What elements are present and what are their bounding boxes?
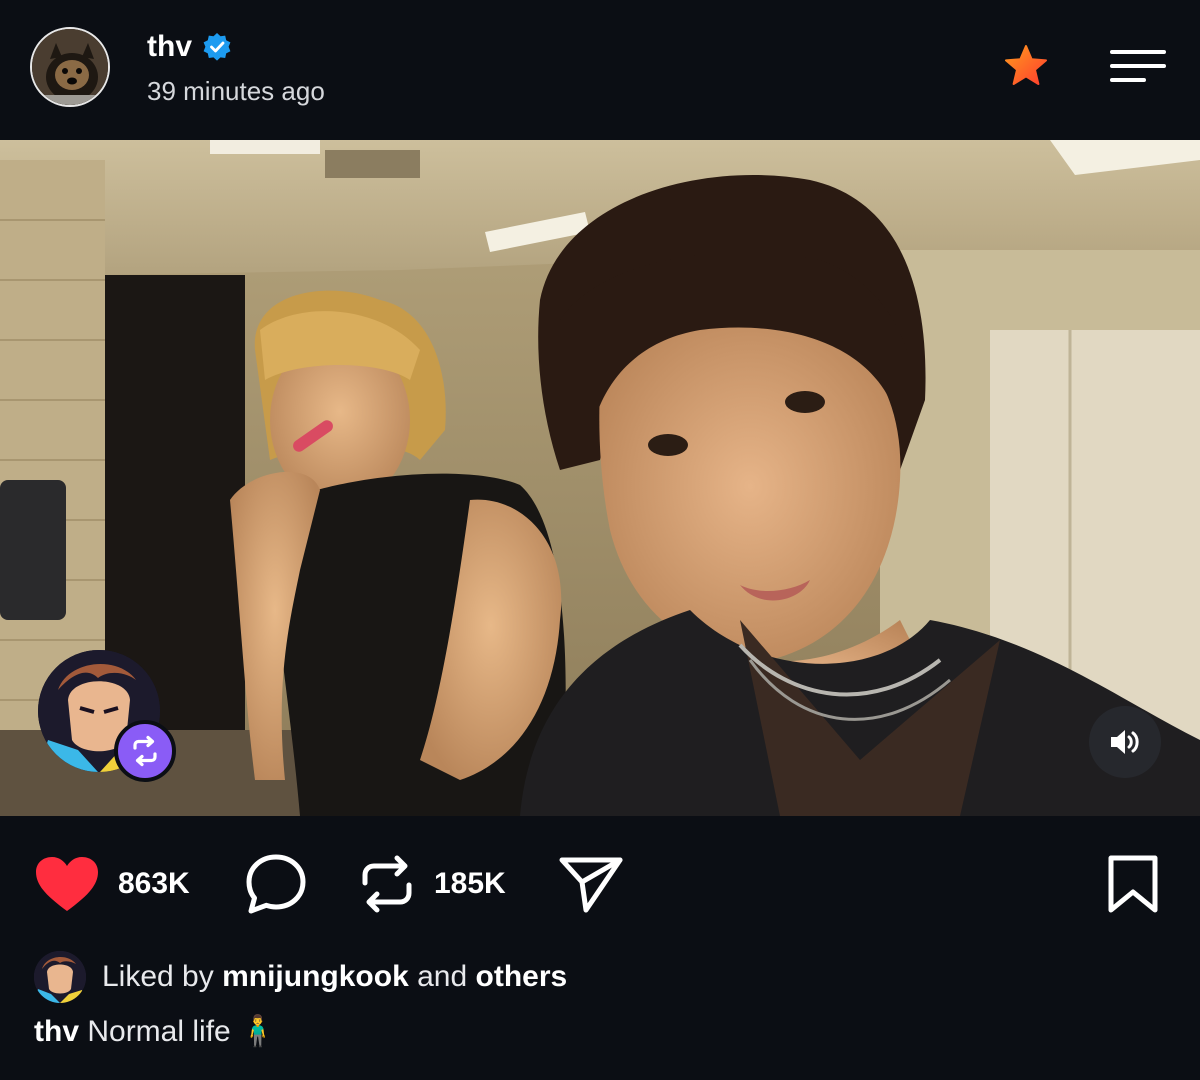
liked-by-text: Liked by mnijungkook and others [102,960,567,994]
menu-icon[interactable] [1108,48,1168,84]
verified-badge-icon [202,32,232,62]
post-photo [0,140,1200,816]
author-username[interactable]: thv [147,30,192,64]
dog-avatar-icon [32,29,108,105]
action-bar: 863K 185K [0,840,1200,930]
like-button[interactable]: 863K [34,854,190,914]
liked-by-conjunction: and [417,960,468,993]
repost-badge-icon [114,720,176,782]
repost-icon [362,855,412,913]
repost-button[interactable]: 185K [358,854,506,914]
like-count: 863K [118,867,190,900]
send-icon [559,857,623,913]
author-avatar[interactable] [30,27,110,107]
liked-by-others[interactable]: others [476,960,568,993]
liked-by-row: Liked by mnijungkook and others [34,951,567,1003]
post-media[interactable] [0,140,1200,816]
caption-emoji: 🧍‍♂️ [239,1015,277,1048]
bookmark-icon [1108,855,1158,913]
caption-text: Normal life [87,1015,231,1048]
comment-icon [246,854,306,914]
post-caption: thv Normal life 🧍‍♂️ [34,1014,276,1049]
heart-icon [36,857,98,911]
share-button[interactable] [558,854,624,914]
author-row: thv [147,30,232,64]
post-header: thv 39 minutes ago [0,0,1200,138]
speaker-icon[interactable] [1089,706,1161,778]
star-icon[interactable] [1003,44,1049,88]
comment-button[interactable] [244,854,308,914]
liked-by-prefix: Liked by [102,960,214,993]
liked-by-user[interactable]: mnijungkook [222,960,409,993]
repost-count: 185K [434,867,506,900]
caption-username[interactable]: thv [34,1015,79,1048]
save-button[interactable] [1106,854,1160,914]
post-timestamp: 39 minutes ago [147,76,325,106]
liker-avatar[interactable] [34,951,86,1003]
